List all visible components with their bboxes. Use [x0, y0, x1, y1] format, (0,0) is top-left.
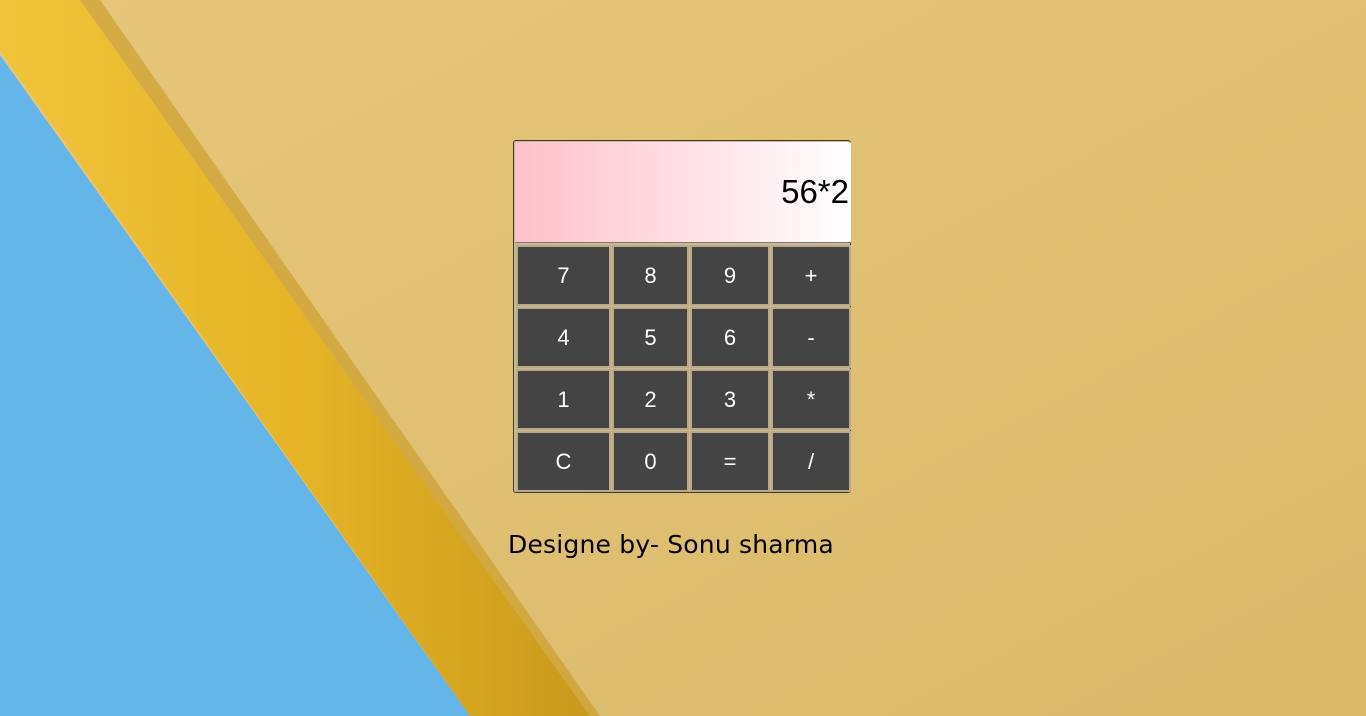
key-9[interactable]: 9	[690, 245, 770, 306]
key-equals[interactable]: =	[690, 431, 770, 492]
key-clear[interactable]: C	[516, 431, 611, 492]
key-1[interactable]: 1	[516, 369, 611, 430]
key-2[interactable]: 2	[612, 369, 689, 430]
key-7[interactable]: 7	[516, 245, 611, 306]
calculator-display[interactable]: 56*2	[515, 142, 851, 243]
key-minus[interactable]: -	[771, 307, 851, 368]
key-4[interactable]: 4	[516, 307, 611, 368]
key-5[interactable]: 5	[612, 307, 689, 368]
key-multiply[interactable]: *	[771, 369, 851, 430]
key-6[interactable]: 6	[690, 307, 770, 368]
calculator: 56*2 7 8 9 + 4 5 6 - 1 2 3 * C 0 = /	[513, 140, 851, 493]
key-8[interactable]: 8	[612, 245, 689, 306]
designer-credit: Designe by- Sonu sharma	[508, 530, 834, 559]
key-0[interactable]: 0	[612, 431, 689, 492]
key-divide[interactable]: /	[771, 431, 851, 492]
key-plus[interactable]: +	[771, 245, 851, 306]
key-3[interactable]: 3	[690, 369, 770, 430]
